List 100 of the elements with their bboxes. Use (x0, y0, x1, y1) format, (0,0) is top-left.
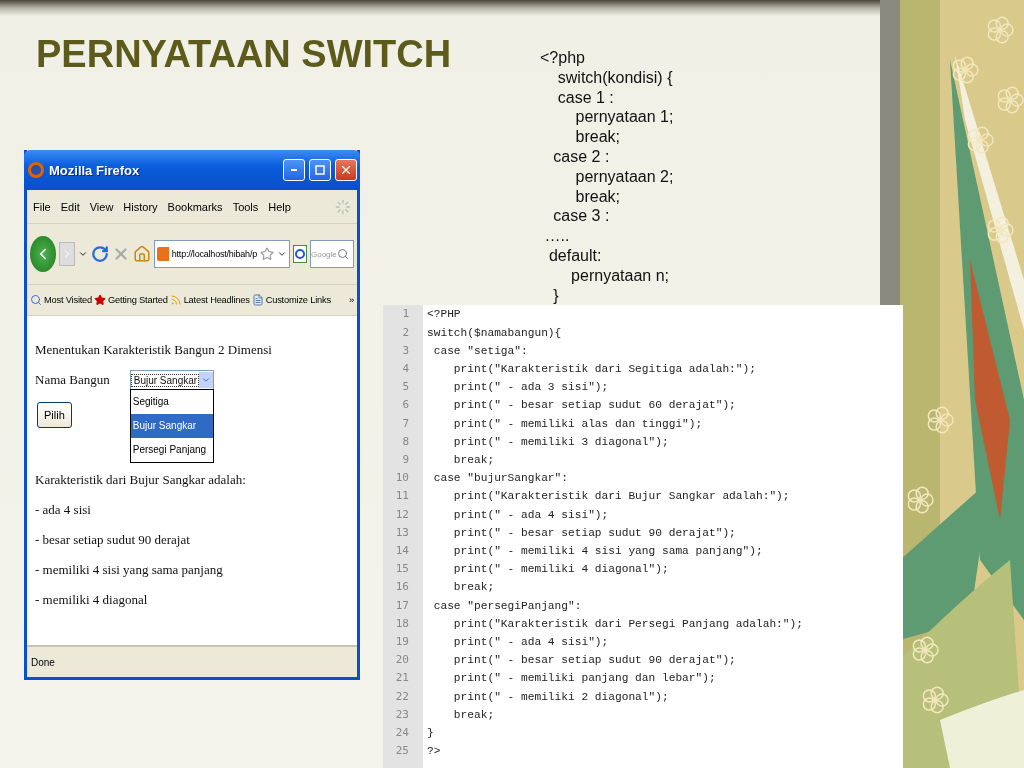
bookmark-link[interactable]: Most Visited (30, 294, 93, 306)
line-number: 17 (395, 597, 410, 614)
syntax-line: break; (574, 186, 621, 207)
overflow-button[interactable]: » (349, 295, 354, 305)
address-field[interactable]: http://localhost/hibah/p (154, 240, 290, 268)
menu-item[interactable]: Bookmarks (167, 200, 223, 213)
code-line: print(" - memiliki alas dan tinggi"); (452, 416, 703, 432)
pilih-button[interactable]: Pilih (37, 402, 72, 428)
code-line: } (426, 726, 434, 742)
syntax-line: case 1 : (556, 87, 614, 108)
bookmark-link[interactable]: Customize Links (251, 294, 331, 306)
line-number: 20 (395, 652, 410, 669)
bookmark-label: Getting Started (108, 295, 168, 305)
search-icon (30, 294, 42, 306)
code-line: print(" - besar setiap sudut 60 derajat"); (452, 398, 736, 414)
code-line: case "setiga": (432, 343, 528, 359)
line-number: 5 (402, 379, 410, 396)
bookmark-label: Customize Links (265, 295, 331, 305)
code-line: break; (452, 453, 495, 468)
line-number: 24 (395, 725, 410, 742)
code-line: break; (452, 707, 495, 723)
reload-icon[interactable] (91, 245, 109, 263)
slide-title: PERNYATAAN SWITCH (36, 32, 452, 77)
star-icon[interactable] (260, 247, 274, 261)
line-number: 11 (395, 488, 410, 505)
field-label: Nama Bangun (35, 372, 110, 388)
line-number: 16 (395, 579, 410, 596)
search-icon (336, 248, 349, 260)
throbber-icon (335, 198, 351, 215)
syntax-line: pernyataan 2; (574, 166, 674, 187)
bookmark-label: Latest Headlines (183, 295, 250, 305)
back-button[interactable] (30, 236, 56, 272)
minimize-icon (291, 169, 297, 171)
status-bar: Done (27, 645, 357, 677)
code-line: print(" - besar setiap sudut 90 derajat"); (452, 653, 736, 669)
syntax-line: } (552, 285, 559, 306)
line-number: 19 (395, 634, 410, 650)
star-icon (94, 294, 107, 306)
menu-item[interactable]: Help (268, 200, 291, 213)
menu-item[interactable]: Tools (232, 200, 259, 213)
maximize-button[interactable] (309, 159, 331, 181)
syntax-line: ….. (543, 226, 570, 246)
home-icon[interactable] (133, 245, 151, 263)
code-line: print("Karakteristik dari Bujur Sangkar adalah:"); (452, 489, 790, 505)
syntax-line: case 3 : (552, 206, 610, 227)
dropdown-option[interactable]: Bujur Sangkar (130, 414, 213, 438)
code-line: print("Karakteristik dari Segitiga adalah:"); (452, 361, 756, 377)
line-number: 14 (395, 543, 410, 559)
syntax-line: pernyataan 1; (574, 107, 674, 128)
line-number: 1 (402, 306, 410, 323)
close-icon (339, 163, 353, 177)
caret-icon (200, 375, 211, 385)
line-number: 23 (395, 706, 410, 723)
code-line: print(" - besar setiap sudut 90 derajat"); (452, 525, 736, 541)
caret-icon (277, 249, 287, 259)
document-icon (251, 294, 264, 306)
maximize-icon (315, 165, 325, 175)
line-number: 6 (402, 397, 410, 414)
code-line: print(" - memiliki 4 sisi yang sama panjang"); (452, 544, 763, 559)
line-number: 2 (402, 324, 410, 341)
code-line: print(" - memiliki 3 diagonal"); (452, 434, 669, 450)
menu-item[interactable]: View (89, 200, 114, 213)
syntax-line: case 2 : (552, 147, 610, 167)
code-line: print(" - ada 4 sisi"); (452, 507, 609, 523)
line-number: 12 (395, 506, 410, 523)
code-line: break; (452, 580, 495, 596)
bookmark-link[interactable]: Getting Started (94, 294, 168, 306)
search-engine-icon[interactable] (293, 245, 307, 263)
code-line: <?PHP (426, 307, 461, 323)
line-number: 18 (395, 615, 410, 632)
line-number: 22 (395, 688, 410, 705)
result-line: - ada 4 sisi (35, 502, 91, 518)
line-number: 15 (395, 561, 410, 578)
syntax-line: switch(kondisi) { (556, 67, 673, 88)
code-line: print(" - ada 3 sisi"); (452, 380, 609, 396)
code-line: case "bujurSangkar": (432, 471, 568, 487)
code-line: print(" - memiliki panjang dan lebar"); (452, 671, 716, 687)
line-number: 3 (402, 342, 410, 359)
bookmark-label: Most Visited (44, 295, 93, 305)
close-button[interactable] (335, 159, 357, 181)
line-number: 7 (402, 415, 410, 432)
menu-item[interactable]: File (33, 200, 51, 213)
result-title: Karakteristik dari Bujur Sangkar adalah: (35, 472, 246, 488)
line-number: 21 (395, 670, 410, 687)
syntax-line: break; (574, 127, 621, 147)
code-line: print(" - memiliki 4 diagonal"); (452, 562, 669, 578)
feed-icon (169, 294, 182, 306)
line-number: 25 (395, 743, 410, 760)
menu-item[interactable]: Edit (60, 200, 80, 213)
code-line: print(" - ada 4 sisi"); (452, 635, 609, 650)
code-line: case "persegiPanjang": (432, 598, 582, 614)
syntax-line: <?php (540, 48, 585, 68)
line-number: 10 (395, 470, 410, 487)
minimize-button[interactable] (283, 159, 305, 181)
syntax-line: pernyataan n; (570, 265, 669, 286)
bookmark-link[interactable]: Latest Headlines (169, 294, 250, 306)
site-icon (157, 247, 169, 261)
result-line: - memiliki 4 sisi yang sama panjang (35, 562, 223, 578)
code-line: ?> (426, 744, 441, 760)
menu-item[interactable]: History (123, 200, 158, 213)
